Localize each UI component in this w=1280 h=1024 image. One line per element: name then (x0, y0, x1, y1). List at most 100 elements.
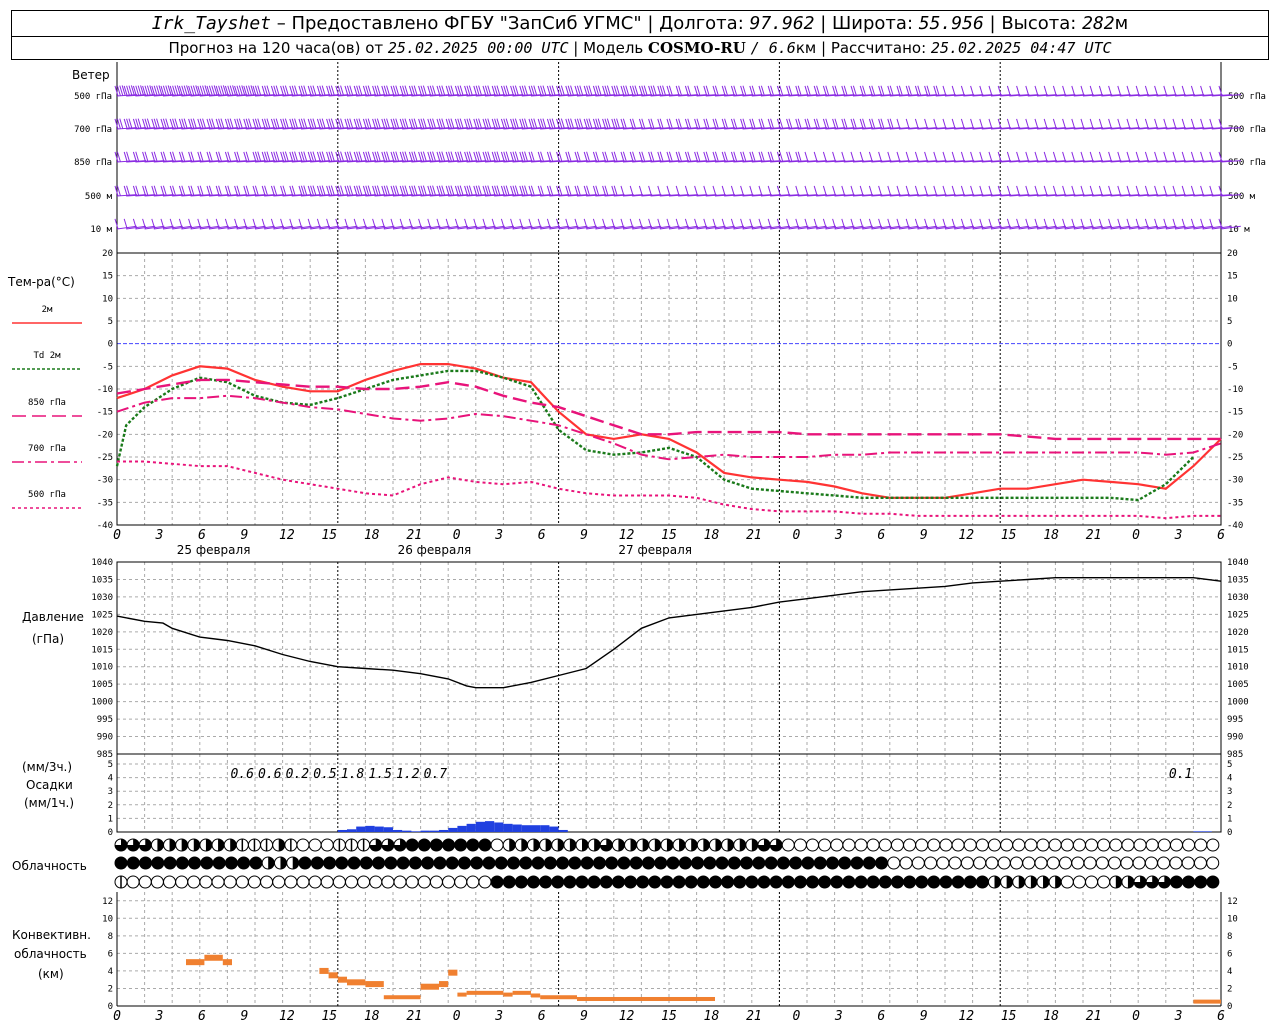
cloud-symbol (740, 856, 754, 870)
cloud-symbol (924, 856, 938, 870)
x-tick-label: 0 (113, 528, 121, 543)
conv-segment (319, 967, 329, 974)
cloud-symbol (1083, 856, 1097, 870)
y-tick-label-left: -15 (97, 408, 113, 418)
precip-bar (411, 831, 421, 832)
cloud-symbol (417, 838, 431, 852)
cloud-symbol (507, 856, 521, 870)
cloud-symbol (1144, 856, 1158, 870)
y-tick-label-left: -30 (97, 476, 113, 486)
cloud-symbol-mark (280, 857, 287, 869)
y-tick-label-right: 985 (1227, 750, 1243, 760)
y-tick-label-right: -35 (1227, 498, 1243, 508)
precip-unit-top: (мм/3ч.) (22, 760, 72, 774)
cloud-symbol (899, 856, 913, 870)
x-tick-label: 0 (1132, 1009, 1140, 1024)
precip-3h-value: 1.8 (341, 767, 365, 782)
cloud-symbol-mark (727, 839, 734, 851)
cloud-symbol-mark (582, 839, 589, 851)
x-tick-label: 6 (538, 528, 546, 543)
cloud-symbol (951, 875, 965, 889)
y-tick-label-left: 2 (108, 984, 113, 994)
cloud-symbol (1206, 838, 1220, 852)
cloud-symbol-mark (642, 839, 649, 851)
cloud-symbol (1108, 856, 1122, 870)
y-tick-label-left: 4 (108, 967, 113, 977)
cloud-symbol (320, 838, 334, 852)
x-tick-label: 9 (580, 1009, 588, 1024)
meteogram: 500 гПа 500 гПа 700 гПа 700 гПа 850 гПа 850 г… (7, 62, 1266, 1024)
cloud-symbol-mark (654, 839, 661, 851)
cloud-symbol (405, 875, 419, 889)
x-tick-label: 6 (198, 1009, 206, 1024)
x-tick-label: 15 (1001, 1009, 1017, 1024)
x-tick-label: 3 (155, 1009, 164, 1024)
cloud-symbol (445, 856, 459, 870)
cloud-symbol (1022, 856, 1036, 870)
cloud-symbol (842, 838, 856, 852)
precip-bar (365, 825, 375, 832)
conv-segment (337, 976, 347, 983)
x-tick-label: 0 (1132, 528, 1140, 543)
convective-panel: 12 12 10 10 8 8 6 6 4 4 2 2 0 0 0 3 6 9 12 15 18 21 0 3 6 9 12 15 18… (102, 892, 1238, 1024)
cloud-symbol (672, 875, 686, 889)
precip-bar (402, 830, 412, 832)
cloud-symbol (890, 838, 904, 852)
cloud-symbol (752, 856, 766, 870)
cloud-symbol-mark (1030, 876, 1037, 888)
cloud-symbol (372, 856, 386, 870)
cloud-symbol-mark (292, 857, 299, 869)
cloud-symbol (139, 856, 153, 870)
cloud-symbol (875, 856, 889, 870)
cloud-symbol (1034, 856, 1048, 870)
cloud-symbol (629, 856, 643, 870)
cloud-symbol (887, 856, 901, 870)
x-tick-label: 6 (877, 528, 885, 543)
cloud-symbol-mark (521, 839, 528, 851)
y-tick-label-left: 4 (108, 774, 113, 784)
cloud-symbol (1132, 856, 1146, 870)
y-tick-label-right: -40 (1227, 521, 1243, 531)
wind-barb-feather (114, 218, 119, 230)
cloud-symbol (442, 875, 456, 889)
cloud-symbol (408, 856, 422, 870)
cloud-symbol (745, 875, 759, 889)
cloud-symbol (556, 856, 570, 870)
cloud-symbol (470, 856, 484, 870)
x-tick-label: 21 (1086, 1009, 1102, 1024)
cloud-symbol (997, 856, 1011, 870)
cloud-symbol (915, 838, 929, 852)
cloud-symbol (224, 856, 238, 870)
cloud-symbol (1000, 838, 1014, 852)
x-tick-label: 6 (538, 1009, 546, 1024)
cloud-symbol (563, 875, 577, 889)
precip-bar (383, 827, 393, 832)
y-tick-label-right: 0 (1227, 1002, 1232, 1012)
cloud-symbol-mark (509, 839, 516, 851)
y-tick-label-left: 995 (97, 715, 113, 725)
cloud-symbol (138, 875, 152, 889)
y-tick-label-right: 995 (1227, 715, 1243, 725)
wind-level-label-left: 850 гПа (74, 158, 112, 168)
y-tick-label-right: 1035 (1227, 575, 1249, 585)
cloud-symbol (539, 875, 553, 889)
cloud-symbol-mark (1055, 876, 1062, 888)
cloud-symbol (150, 875, 164, 889)
cloud-symbol (381, 875, 395, 889)
cloud-symbol (1072, 875, 1086, 889)
precip-bar (540, 825, 550, 832)
y-tick-label-left: 10 (102, 914, 113, 924)
cloud-symbol (332, 875, 346, 889)
cloud-symbol (866, 838, 880, 852)
cloud-symbol-mark (751, 839, 758, 851)
cloud-symbol (915, 875, 929, 889)
cloud-symbol (703, 856, 717, 870)
cloud-symbol (466, 838, 480, 852)
x-tick-label: 15 (1001, 528, 1017, 543)
cloud-symbol (126, 875, 140, 889)
x-tick-label: 12 (619, 1009, 635, 1024)
wind-panel: 500 гПа 500 гПа 700 гПа 700 гПа 850 гПа 850 г… (74, 62, 1266, 254)
cloud-symbol (890, 875, 904, 889)
y-tick-label-left: 1025 (91, 610, 113, 620)
cloud-symbol (442, 838, 456, 852)
